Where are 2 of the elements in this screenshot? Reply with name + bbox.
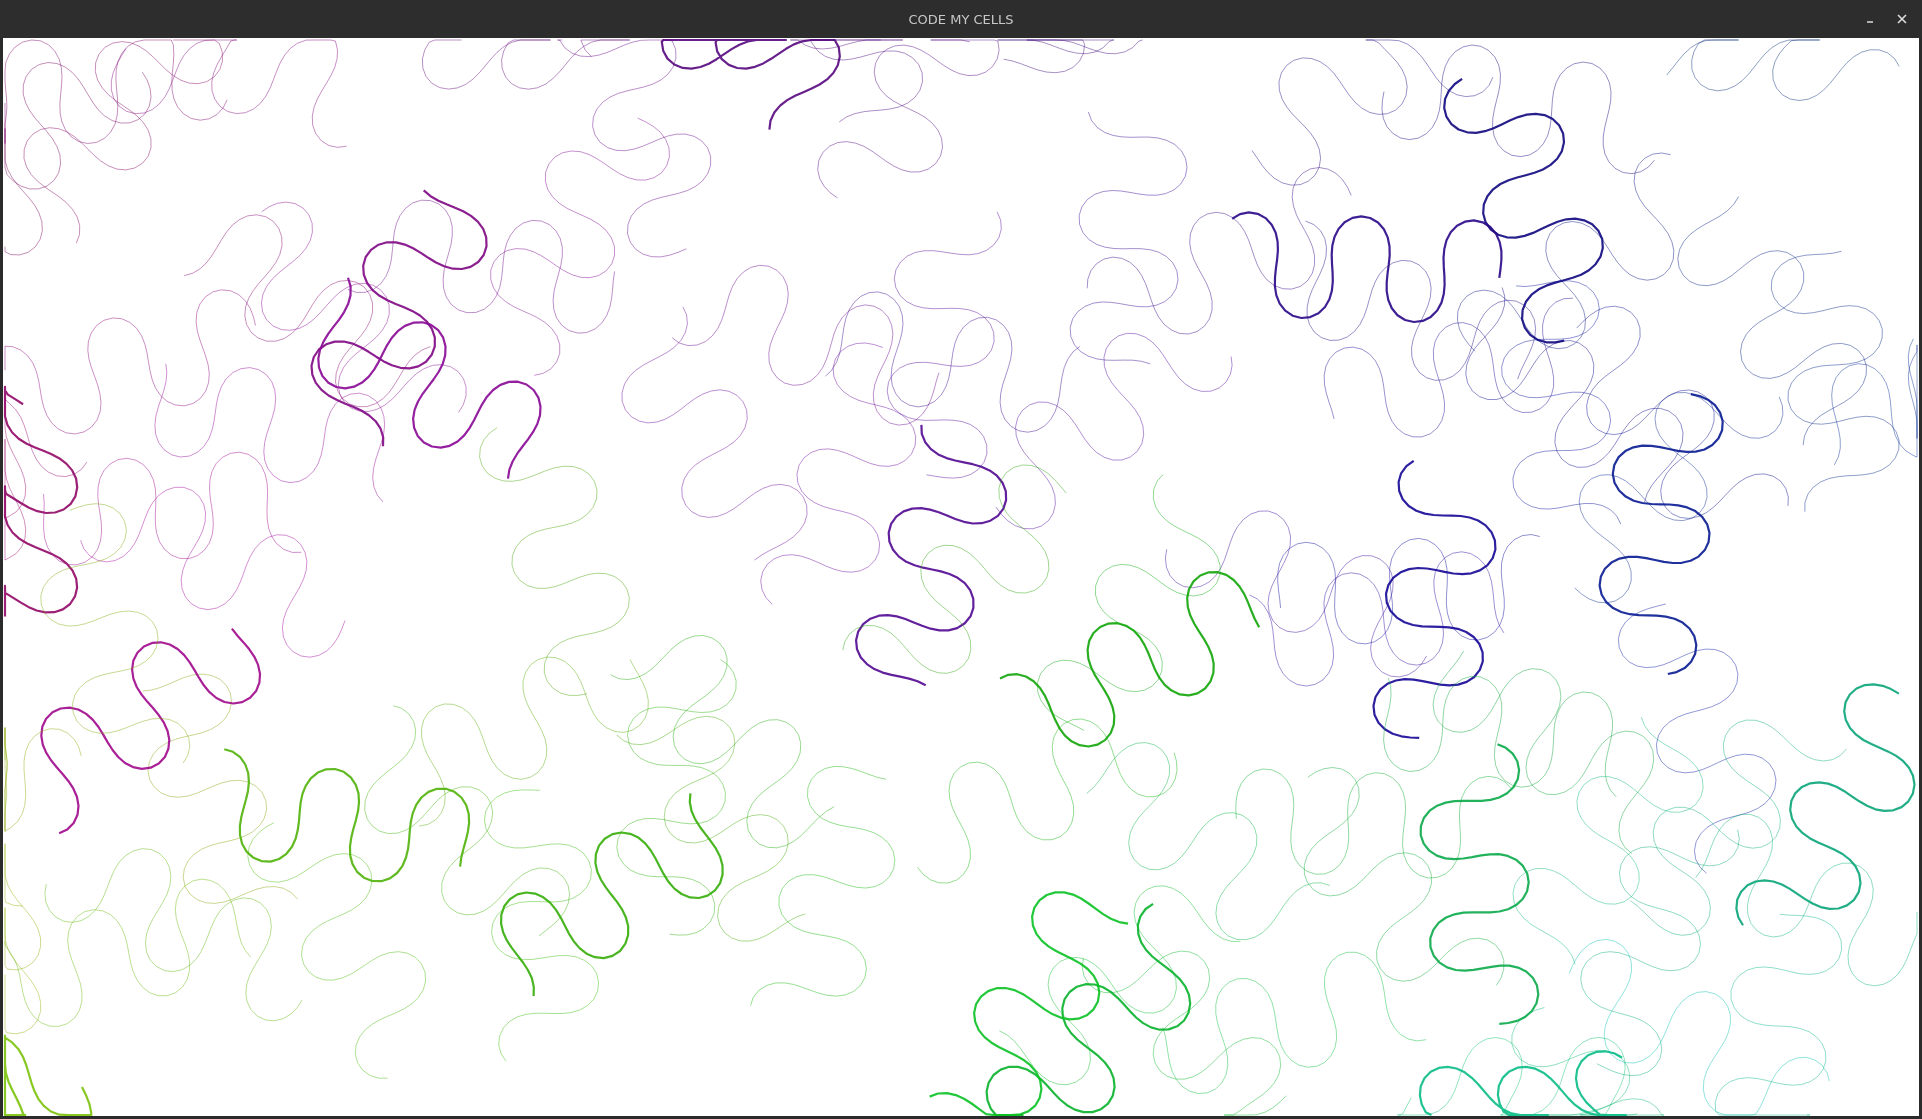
window-title: CODE MY CELLS [908, 11, 1014, 27]
close-icon[interactable] [1896, 13, 1908, 25]
